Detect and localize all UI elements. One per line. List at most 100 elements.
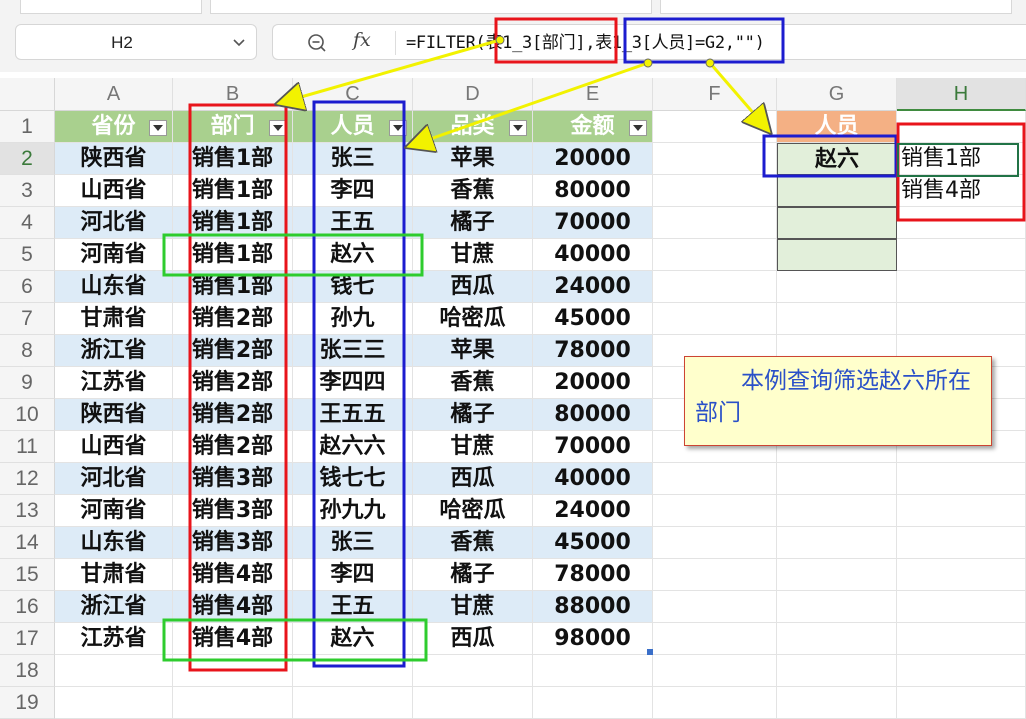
table-cell[interactable]: 浙江省 xyxy=(55,591,173,623)
grid-cell[interactable] xyxy=(653,207,777,239)
grid-cell[interactable] xyxy=(897,527,1026,559)
row-header-16[interactable]: 16 xyxy=(0,591,55,623)
lookup-cell[interactable] xyxy=(777,175,897,207)
grid-cell[interactable] xyxy=(653,527,777,559)
table-cell[interactable]: 钱七 xyxy=(293,271,413,303)
grid-cell[interactable] xyxy=(777,527,897,559)
grid-cell[interactable] xyxy=(653,271,777,303)
row-header-18[interactable]: 18 xyxy=(0,655,55,687)
table-cell[interactable]: 70000 xyxy=(533,431,653,463)
table-cell[interactable]: 山西省 xyxy=(55,175,173,207)
lookup-cell[interactable] xyxy=(777,207,897,239)
grid-cell[interactable] xyxy=(897,559,1026,591)
table-cell[interactable]: 赵六六 xyxy=(293,431,413,463)
table-cell[interactable]: 王五 xyxy=(293,591,413,623)
table-cell[interactable]: 哈密瓜 xyxy=(413,495,533,527)
table-cell[interactable]: 山东省 xyxy=(55,527,173,559)
table-cell[interactable]: 销售4部 xyxy=(173,591,293,623)
grid-cell[interactable] xyxy=(533,687,653,719)
table-cell[interactable]: 80000 xyxy=(533,175,653,207)
table-cell[interactable]: 钱七七 xyxy=(293,463,413,495)
table-cell[interactable]: 陕西省 xyxy=(55,143,173,175)
row-header-2[interactable]: 2 xyxy=(0,143,55,175)
grid-cell[interactable] xyxy=(897,687,1026,719)
table-cell[interactable]: 甘肃省 xyxy=(55,559,173,591)
grid-cell[interactable] xyxy=(653,111,777,143)
filter-dropdown-icon[interactable] xyxy=(269,120,287,136)
table-cell[interactable]: 甘肃省 xyxy=(55,303,173,335)
table-cell[interactable]: 橘子 xyxy=(413,399,533,431)
grid-cell[interactable] xyxy=(777,559,897,591)
table-cell[interactable]: 甘蔗 xyxy=(413,239,533,271)
table-cell[interactable]: 销售1部 xyxy=(173,175,293,207)
table-cell[interactable]: 88000 xyxy=(533,591,653,623)
formula-text[interactable]: =FILTER(表1_3[部门],表1_3[人员]=G2,"") xyxy=(406,25,765,61)
grid-cell[interactable] xyxy=(777,623,897,655)
table-cell[interactable]: 甘蔗 xyxy=(413,591,533,623)
row-header-6[interactable]: 6 xyxy=(0,271,55,303)
lookup-cell[interactable] xyxy=(777,239,897,271)
table-cell[interactable]: 销售1部 xyxy=(173,207,293,239)
grid-cell[interactable] xyxy=(653,303,777,335)
row-header-12[interactable]: 12 xyxy=(0,463,55,495)
filter-dropdown-icon[interactable] xyxy=(629,120,647,136)
grid-cell[interactable] xyxy=(777,463,897,495)
table-cell[interactable]: 苹果 xyxy=(413,143,533,175)
table-cell[interactable]: 销售1部 xyxy=(173,143,293,175)
row-header-8[interactable]: 8 xyxy=(0,335,55,367)
grid-cell[interactable] xyxy=(293,655,413,687)
result-cell[interactable]: 销售1部 xyxy=(897,143,1026,175)
table-cell[interactable]: 销售2部 xyxy=(173,303,293,335)
grid-cell[interactable] xyxy=(777,271,897,303)
table-cell[interactable]: 甘蔗 xyxy=(413,431,533,463)
result-cell[interactable]: 销售4部 xyxy=(897,175,1026,207)
table-resize-handle[interactable] xyxy=(647,649,653,655)
grid-cell[interactable] xyxy=(777,655,897,687)
table-cell[interactable]: 陕西省 xyxy=(55,399,173,431)
grid-cell[interactable] xyxy=(653,463,777,495)
table-cell[interactable]: 销售1部 xyxy=(173,271,293,303)
grid-cell[interactable] xyxy=(653,655,777,687)
grid-cell[interactable] xyxy=(653,591,777,623)
grid-cell[interactable] xyxy=(897,591,1026,623)
column-header-f[interactable]: F xyxy=(653,78,777,111)
lookup-header-cell[interactable]: 人员 xyxy=(777,111,897,143)
table-cell[interactable]: 24000 xyxy=(533,271,653,303)
table-cell[interactable]: 香蕉 xyxy=(413,527,533,559)
table-header-cell[interactable]: 品类 xyxy=(413,111,533,143)
table-cell[interactable]: 赵六 xyxy=(293,239,413,271)
grid-cell[interactable] xyxy=(897,655,1026,687)
grid-cell[interactable] xyxy=(293,687,413,719)
grid-cell[interactable] xyxy=(173,687,293,719)
table-cell[interactable]: 80000 xyxy=(533,399,653,431)
grid-cell[interactable] xyxy=(897,207,1026,239)
grid-cell[interactable] xyxy=(897,623,1026,655)
grid-cell[interactable] xyxy=(897,495,1026,527)
table-cell[interactable]: 40000 xyxy=(533,239,653,271)
column-header-g[interactable]: G xyxy=(777,78,897,111)
table-cell[interactable]: 40000 xyxy=(533,463,653,495)
table-cell[interactable]: 江苏省 xyxy=(55,367,173,399)
grid-cell[interactable] xyxy=(413,655,533,687)
table-cell[interactable]: 销售2部 xyxy=(173,431,293,463)
column-header-c[interactable]: C xyxy=(293,78,413,111)
table-cell[interactable]: 张三三 xyxy=(293,335,413,367)
grid-cell[interactable] xyxy=(653,239,777,271)
filter-dropdown-icon[interactable] xyxy=(149,120,167,136)
grid-cell[interactable] xyxy=(653,623,777,655)
column-header-h[interactable]: H xyxy=(897,78,1026,111)
table-cell[interactable]: 苹果 xyxy=(413,335,533,367)
function-icon[interactable]: fx xyxy=(353,29,371,51)
table-cell[interactable]: 香蕉 xyxy=(413,367,533,399)
column-header-d[interactable]: D xyxy=(413,78,533,111)
table-header-cell[interactable]: 省份 xyxy=(55,111,173,143)
table-cell[interactable]: 河北省 xyxy=(55,463,173,495)
row-header-15[interactable]: 15 xyxy=(0,559,55,591)
grid-cell[interactable] xyxy=(897,111,1026,143)
formula-input[interactable]: fx =FILTER(表1_3[部门],表1_3[人员]=G2,"") xyxy=(272,24,1026,60)
grid-cell[interactable] xyxy=(777,495,897,527)
column-header-e[interactable]: E xyxy=(533,78,653,111)
row-header-1[interactable]: 1 xyxy=(0,111,55,143)
table-cell[interactable]: 销售2部 xyxy=(173,367,293,399)
grid-cell[interactable] xyxy=(413,687,533,719)
